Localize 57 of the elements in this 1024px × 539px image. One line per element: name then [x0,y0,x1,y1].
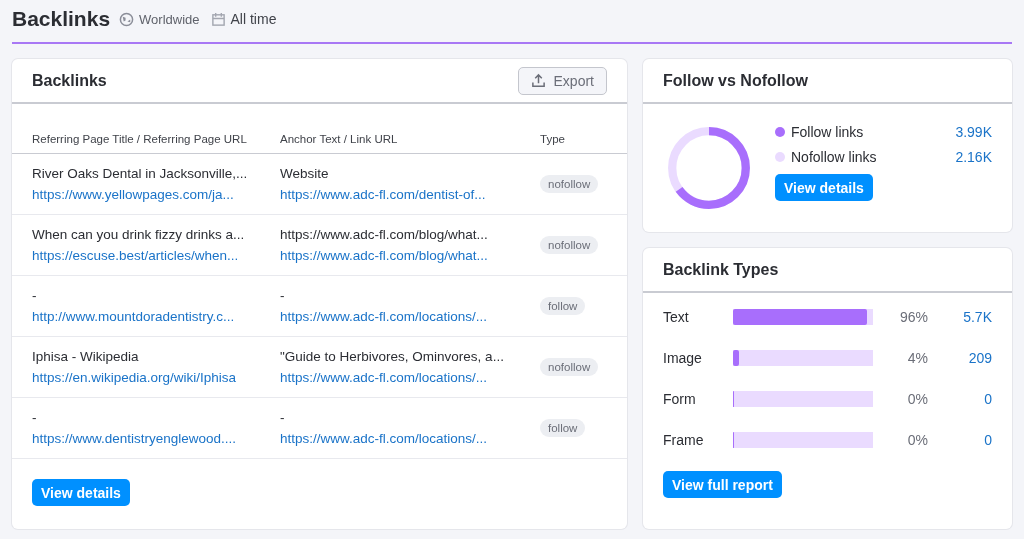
page-title: Backlinks [12,7,111,31]
target-link[interactable]: https://www.adc-fl.com/blog/what... [280,248,540,263]
anchor-text: - [280,288,286,303]
type-label: Image [663,350,703,366]
page-title-text: - [32,410,38,425]
region-label: Worldwide [139,11,200,27]
percent-text: 96% [898,309,928,325]
percent-text: 4% [906,350,928,366]
column-header: Anchor Text / Link URL [280,133,399,145]
anchor-text: - [280,410,286,425]
link-type-tag: follow [540,419,586,437]
period-label: All time [230,11,277,27]
source-link[interactable]: https://en.wikipedia.org/wiki/Iphisa [32,370,280,385]
count-link[interactable]: 209 [928,350,992,366]
source-link[interactable]: https://escuse.best/articles/when... [32,248,280,263]
column-header: Referring Page Title / Referring Page URL [32,133,248,145]
percent-text: 0% [906,432,928,448]
source-link[interactable]: https://www.dentistryenglewood.... [32,431,280,446]
anchor-text: Website [280,166,330,181]
target-link[interactable]: https://www.adc-fl.com/locations/... [280,370,540,385]
view-details-button[interactable]: View details [32,479,130,506]
globe-icon [119,11,135,27]
page-title-text: River Oaks Dental in Jacksonville,... [32,166,249,181]
card-title: Backlink Types [663,260,779,279]
page-title-text: - [32,288,38,303]
count-link[interactable]: 0 [928,432,992,448]
link-type-tag: follow [540,297,586,315]
type-label: Text [663,309,690,325]
count-link[interactable]: 0 [928,391,992,407]
count-link[interactable]: 5.7K [928,309,992,325]
target-link[interactable]: https://www.adc-fl.com/locations/... [280,309,540,324]
legend-value[interactable]: 3.99K [955,124,992,140]
link-type-tag: nofollow [540,236,599,254]
column-header: Type [540,133,566,145]
calendar-icon [210,11,226,27]
page-title-text: When can you drink fizzy drinks a... [32,227,246,242]
type-label: Form [663,391,697,407]
card-title: Backlinks [32,71,107,90]
target-link[interactable]: https://www.adc-fl.com/dentist-of... [280,187,540,202]
view-details-button[interactable]: View details [775,174,873,201]
type-label: Frame [663,432,705,448]
upload-icon [530,73,546,88]
page-title-text: Iphisa - Wikipedia [32,349,140,364]
percent-text: 0% [906,391,928,407]
anchor-text: "Guide to Herbivores, Ominvores, a... [280,349,505,364]
link-type-tag: nofollow [540,358,599,376]
card-title: Follow vs Nofollow [663,71,808,90]
link-type-tag: nofollow [540,175,599,193]
source-link[interactable]: http://www.mountdoradentistry.c... [32,309,280,324]
export-button[interactable]: Export [517,66,607,95]
anchor-text: https://www.adc-fl.com/blog/what... [280,227,489,242]
legend-label: Follow links [791,124,865,140]
view-report-button[interactable]: View full report [663,471,782,498]
source-link[interactable]: https://www.yellowpages.com/ja... [32,187,280,202]
legend-label: Nofollow links [791,149,878,165]
legend-value[interactable]: 2.16K [955,149,992,165]
target-link[interactable]: https://www.adc-fl.com/locations/... [280,431,540,446]
